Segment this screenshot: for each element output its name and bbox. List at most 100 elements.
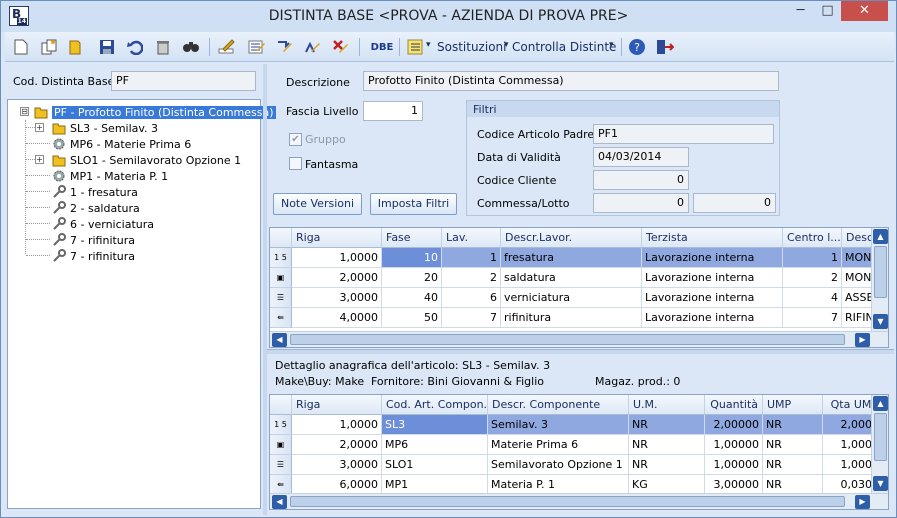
help-icon[interactable]: ? [627,37,647,57]
find-icon[interactable] [181,37,201,57]
codice-padre-field[interactable]: PF1 [593,124,774,144]
phases-header-centro[interactable]: Centro l... [783,228,842,248]
sostituzioni-dropdown-arrow[interactable]: ▾ [504,40,509,50]
scroll-right-button[interactable]: ▶ [855,495,870,509]
row-marker[interactable]: ⇚ [270,475,292,495]
phases-header-fase[interactable]: Fase [382,228,442,248]
phase-terzista[interactable]: Lavorazione interna [642,248,783,268]
delete-row-icon[interactable] [331,37,351,57]
phase-terzista[interactable]: Lavorazione interna [642,268,783,288]
comp-cod[interactable]: MP6 [382,435,488,455]
phase-centro[interactable]: 2 [783,268,842,288]
tree-node-mp6[interactable]: MP6 - Materie Prima 6 [52,136,191,152]
edit-up-icon[interactable] [303,37,323,57]
comp-descr[interactable]: Semilav. 3 [488,415,629,435]
close-button[interactable]: ✕ [841,1,888,21]
row-marker[interactable]: ☰ [270,455,292,475]
tree-node-mp1[interactable]: MP1 - Materia P. 1 [52,168,168,184]
horizontal-splitter[interactable] [267,349,894,354]
scroll-left-button[interactable]: ◀ [272,495,287,509]
tree-node-op6[interactable]: 6 - verniciatura [52,216,154,232]
tree-node-op1[interactable]: 1 - fresatura [52,184,138,200]
comp-header-quantita[interactable]: Quantità [705,395,763,415]
phases-header-descr-lavor[interactable]: Descr.Lavor. [501,228,642,248]
controlla-dropdown-arrow[interactable]: ▾ [609,40,614,50]
phase-fase[interactable]: 10 [382,248,442,268]
comp-ump[interactable]: NR [763,455,823,475]
phase-fase[interactable]: 20 [382,268,442,288]
fantasma-checkbox[interactable] [289,157,302,170]
components-hscroll[interactable]: ◀ ▶ [270,493,888,509]
comp-riga[interactable]: 2,0000 [292,435,382,455]
tree-node-op2[interactable]: 2 - saldatura [52,200,140,216]
fascia-livello-field[interactable]: 1 [363,101,423,121]
row-marker[interactable]: ▣ [270,268,292,288]
commessa-field[interactable]: 0 [593,193,689,213]
exit-icon[interactable] [655,37,675,57]
scroll-right-button[interactable]: ▶ [855,333,870,347]
phase-descr[interactable]: saldatura [501,268,642,288]
comp-cod[interactable]: SLO1 [382,455,488,475]
comp-quantita[interactable]: 3,00000 [705,475,763,495]
phase-riga[interactable]: 2,0000 [292,268,382,288]
comp-um[interactable]: NR [629,455,705,475]
gruppo-checkbox[interactable]: ✔ [289,133,302,146]
edit-down-icon[interactable] [275,37,295,57]
row-marker[interactable]: ☰ [270,288,292,308]
comp-quantita[interactable]: 1,00000 [705,435,763,455]
list-dropdown-arrow[interactable]: ▾ [426,40,431,50]
comp-riga[interactable]: 1,0000 [292,415,382,435]
comp-descr[interactable]: Materie Prima 6 [488,435,629,455]
vertical-splitter[interactable] [263,64,267,515]
comp-um[interactable]: KG [629,475,705,495]
phase-lav[interactable]: 1 [442,248,501,268]
phases-header-terzista[interactable]: Terzista [642,228,783,248]
phase-lav[interactable]: 2 [442,268,501,288]
phase-descr[interactable]: verniciatura [501,288,642,308]
tree-node-slo1[interactable]: SLO1 - Semilavorato Opzione 1 [52,152,241,168]
row-marker[interactable]: ▣ [270,435,292,455]
comp-quantita[interactable]: 2,00000 [705,415,763,435]
phase-centro[interactable]: 4 [783,288,842,308]
data-validita-field[interactable]: 04/03/2014 [593,147,689,167]
phases-hscroll[interactable]: ◀ ▶ [270,331,888,347]
comp-descr[interactable]: Semilavorato Opzione 1 [488,455,629,475]
cod-distinta-field[interactable]: PF [111,71,256,91]
comp-um[interactable]: NR [629,435,705,455]
comp-quantita[interactable]: 1,00000 [705,455,763,475]
row-marker[interactable]: 1 5 [270,248,292,268]
phases-header-lav[interactable]: Lav. [442,228,501,248]
comp-um[interactable]: NR [629,415,705,435]
comp-ump[interactable]: NR [763,475,823,495]
comp-ump[interactable]: NR [763,415,823,435]
edit-list-icon[interactable] [247,37,267,57]
lotto-field[interactable]: 0 [693,193,776,213]
scroll-left-button[interactable]: ◀ [272,333,287,347]
phase-descr[interactable]: fresatura [501,248,642,268]
list-icon[interactable] [405,37,425,57]
phase-terzista[interactable]: Lavorazione interna [642,308,783,328]
components-vscroll[interactable]: ▲ ▼ [871,395,888,493]
tree-node-pf[interactable]: PF - Profotto Finito (Distinta Commessa) [34,104,276,120]
comp-header-um[interactable]: U.M. [629,395,705,415]
comp-riga[interactable]: 3,0000 [292,455,382,475]
comp-riga[interactable]: 6,0000 [292,475,382,495]
scroll-thumb[interactable] [874,413,887,461]
edit-row-icon[interactable] [217,37,237,57]
phase-riga[interactable]: 4,0000 [292,308,382,328]
phase-lav[interactable]: 7 [442,308,501,328]
phase-centro[interactable]: 1 [783,248,842,268]
comp-header-riga[interactable]: Riga [292,395,382,415]
comp-cod[interactable]: SL3 [382,415,488,435]
phase-riga[interactable]: 1,0000 [292,248,382,268]
open-icon[interactable] [65,37,85,57]
phase-fase[interactable]: 50 [382,308,442,328]
descrizione-field[interactable]: Profotto Finito (Distinta Commessa) [363,71,779,91]
row-marker[interactable]: ⇚ [270,308,292,328]
phase-terzista[interactable]: Lavorazione interna [642,288,783,308]
comp-header-cod[interactable]: Cod. Art. Compon. [382,395,488,415]
tree-node-op7[interactable]: 7 - rifinitura [52,232,135,248]
scroll-thumb[interactable] [290,496,845,507]
scroll-down-button[interactable]: ▼ [873,314,888,329]
phase-descr[interactable]: rifinitura [501,308,642,328]
